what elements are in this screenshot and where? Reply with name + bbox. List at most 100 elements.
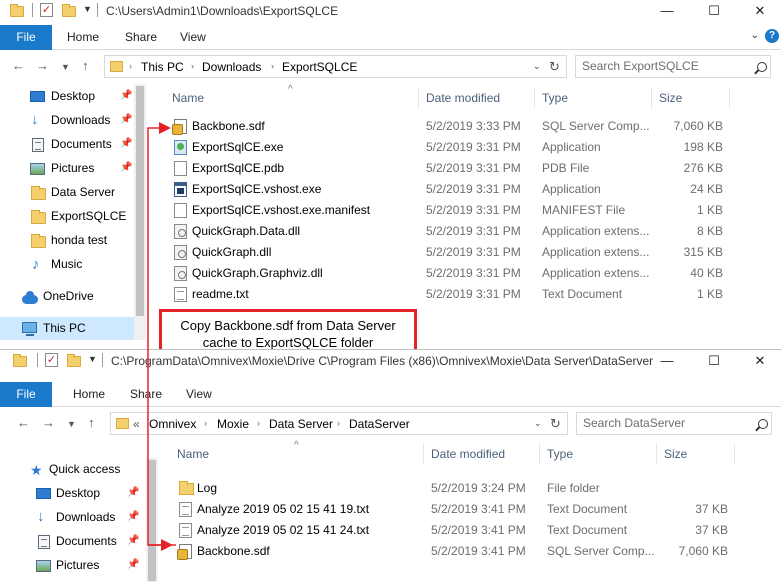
tab-file[interactable]: File bbox=[0, 382, 52, 407]
column-divider[interactable] bbox=[423, 444, 424, 464]
chevron-right-icon[interactable]: › bbox=[129, 61, 132, 71]
pin-icon[interactable]: 📌 bbox=[127, 487, 139, 498]
column-divider[interactable] bbox=[656, 444, 657, 464]
back-arrow-icon[interactable]: ← bbox=[17, 415, 30, 430]
breadcrumb-item[interactable]: ExportSQLCE bbox=[282, 60, 357, 74]
column-header-name[interactable]: Name bbox=[171, 440, 209, 468]
breadcrumb-item[interactable]: DataServer bbox=[349, 417, 410, 431]
address-dropdown-icon[interactable]: ⌄ bbox=[534, 418, 542, 429]
tab-file[interactable]: File bbox=[0, 25, 52, 50]
scrollbar-thumb[interactable] bbox=[148, 460, 156, 581]
column-header-date[interactable]: Date modified bbox=[420, 84, 500, 112]
nav-item-music[interactable]: ♪ Music bbox=[0, 253, 134, 277]
minimize-button[interactable]: — bbox=[644, 350, 690, 373]
file-row[interactable]: Analyze 2019 05 02 15 41 24.txt 5/2/2019 … bbox=[171, 520, 761, 541]
customize-toolbar-icon[interactable]: ▼ bbox=[88, 354, 97, 370]
breadcrumb-item[interactable]: This PC bbox=[141, 60, 184, 74]
file-row[interactable]: ExportSqlCE.exe 5/2/2019 3:31 PM Applicati… bbox=[166, 137, 756, 158]
column-header-type[interactable]: Type bbox=[541, 440, 573, 468]
new-folder-icon[interactable] bbox=[62, 4, 76, 17]
nav-item-quick-access[interactable]: ★ Quick access bbox=[0, 458, 146, 482]
tab-view[interactable]: View bbox=[186, 382, 212, 407]
chevron-right-icon[interactable]: › bbox=[337, 418, 340, 428]
help-icon[interactable]: ? bbox=[765, 29, 779, 43]
forward-arrow-icon[interactable]: → bbox=[42, 415, 55, 430]
refresh-icon[interactable]: ↻ bbox=[550, 416, 561, 432]
nav-item-onedrive[interactable]: OneDrive bbox=[0, 285, 134, 309]
file-row[interactable]: ExportSqlCE.pdb 5/2/2019 3:31 PM PDB File 2… bbox=[166, 158, 756, 179]
pin-icon[interactable]: 📌 bbox=[127, 559, 139, 570]
file-row[interactable]: QuickGraph.Graphviz.dll 5/2/2019 3:31 PM A… bbox=[166, 263, 756, 284]
chevron-right-icon[interactable]: › bbox=[271, 61, 274, 71]
nav-scrollbar[interactable] bbox=[146, 458, 158, 582]
breadcrumb-item[interactable]: Moxie bbox=[217, 417, 249, 431]
nav-item-honda-test[interactable]: honda test bbox=[0, 229, 134, 253]
recent-locations-icon[interactable]: ▼ bbox=[67, 419, 76, 429]
column-divider[interactable] bbox=[539, 444, 540, 464]
file-row[interactable]: ExportSqlCE.vshost.exe 5/2/2019 3:31 PM Ap… bbox=[166, 179, 756, 200]
pin-icon[interactable]: 📌 bbox=[120, 90, 132, 101]
pin-icon[interactable]: 📌 bbox=[127, 511, 139, 522]
address-bar[interactable]: › This PC › Downloads › ExportSQLCE ⌄ ↻ bbox=[104, 55, 567, 78]
file-row[interactable]: Log 5/2/2019 3:24 PM File folder bbox=[171, 478, 761, 499]
tab-view[interactable]: View bbox=[180, 25, 206, 50]
file-row[interactable]: QuickGraph.dll 5/2/2019 3:31 PM Applicatio… bbox=[166, 242, 756, 263]
column-divider[interactable] bbox=[734, 444, 735, 464]
breadcrumb-item[interactable]: Omnivex bbox=[149, 417, 196, 431]
search-input[interactable]: Search ExportSQLCE bbox=[575, 55, 771, 78]
file-row[interactable]: Backbone.sdf 5/2/2019 3:33 PM SQL Server C… bbox=[166, 116, 756, 137]
chevron-right-icon[interactable]: › bbox=[204, 418, 207, 428]
column-header-date[interactable]: Date modified bbox=[425, 440, 505, 468]
file-row[interactable]: Backbone.sdf 5/2/2019 3:41 PM SQL Server C… bbox=[171, 541, 761, 562]
search-input[interactable]: Search DataServer bbox=[576, 412, 772, 435]
nav-item-desktop[interactable]: Desktop 📌 bbox=[0, 85, 134, 109]
file-row[interactable]: Analyze 2019 05 02 15 41 19.txt 5/2/2019 … bbox=[171, 499, 761, 520]
new-folder-icon[interactable] bbox=[67, 354, 81, 367]
nav-item-downloads[interactable]: ↓ Downloads 📌 bbox=[0, 109, 134, 133]
maximize-button[interactable]: ☐ bbox=[691, 0, 737, 23]
close-button[interactable]: ✕ bbox=[737, 0, 781, 23]
close-button[interactable]: ✕ bbox=[737, 350, 781, 373]
nav-item-downloads[interactable]: ↓ Downloads 📌 bbox=[0, 506, 146, 530]
maximize-button[interactable]: ☐ bbox=[691, 350, 737, 373]
chevron-right-icon[interactable]: › bbox=[191, 61, 194, 71]
tab-home[interactable]: Home bbox=[73, 382, 105, 407]
file-row[interactable]: QuickGraph.Data.dll 5/2/2019 3:31 PM Appli… bbox=[166, 221, 756, 242]
column-divider[interactable] bbox=[729, 88, 730, 108]
forward-arrow-icon[interactable]: → bbox=[36, 58, 49, 73]
chevron-down-icon[interactable]: ⌄ bbox=[751, 30, 759, 41]
address-bar[interactable]: « Omnivex › Moxie › Data Server › DataSe… bbox=[110, 412, 568, 435]
recent-locations-icon[interactable]: ▼ bbox=[61, 62, 70, 72]
back-arrow-icon[interactable]: ← bbox=[12, 58, 25, 73]
customize-toolbar-icon[interactable]: ▼ bbox=[83, 4, 92, 20]
column-header-size[interactable]: Size bbox=[658, 440, 687, 468]
nav-item-data-server[interactable]: Data Server bbox=[0, 181, 134, 205]
tab-home[interactable]: Home bbox=[67, 25, 99, 50]
breadcrumb-item[interactable]: Data Server bbox=[269, 417, 333, 431]
tab-share[interactable]: Share bbox=[130, 382, 162, 407]
nav-item-pictures[interactable]: Pictures 📌 bbox=[0, 157, 134, 181]
nav-scrollbar[interactable] bbox=[134, 84, 146, 340]
up-arrow-icon[interactable]: ↑ bbox=[82, 58, 89, 73]
column-divider[interactable] bbox=[534, 88, 535, 108]
breadcrumb-item[interactable]: Downloads bbox=[202, 60, 261, 74]
up-arrow-icon[interactable]: ↑ bbox=[88, 415, 95, 430]
file-row[interactable]: readme.txt 5/2/2019 3:31 PM Text Document 1… bbox=[166, 284, 756, 305]
pin-icon[interactable]: 📌 bbox=[120, 138, 132, 149]
nav-item-documents[interactable]: Documents 📌 bbox=[0, 530, 146, 554]
column-header-size[interactable]: Size bbox=[653, 84, 682, 112]
nav-item-documents[interactable]: Documents 📌 bbox=[0, 133, 134, 157]
column-divider[interactable] bbox=[418, 88, 419, 108]
column-header-name[interactable]: Name bbox=[166, 84, 204, 112]
properties-icon[interactable]: ✓ bbox=[45, 353, 58, 367]
pin-icon[interactable]: 📌 bbox=[120, 162, 132, 173]
column-divider[interactable] bbox=[651, 88, 652, 108]
refresh-icon[interactable]: ↻ bbox=[549, 59, 560, 75]
tab-share[interactable]: Share bbox=[125, 25, 157, 50]
scrollbar-thumb[interactable] bbox=[136, 86, 144, 316]
file-row[interactable]: ExportSqlCE.vshost.exe.manifest 5/2/2019 … bbox=[166, 200, 756, 221]
address-dropdown-icon[interactable]: ⌄ bbox=[533, 61, 541, 72]
pin-icon[interactable]: 📌 bbox=[127, 535, 139, 546]
nav-item-exportsqlce[interactable]: ExportSQLCE bbox=[0, 205, 134, 229]
minimize-button[interactable]: — bbox=[644, 0, 690, 23]
